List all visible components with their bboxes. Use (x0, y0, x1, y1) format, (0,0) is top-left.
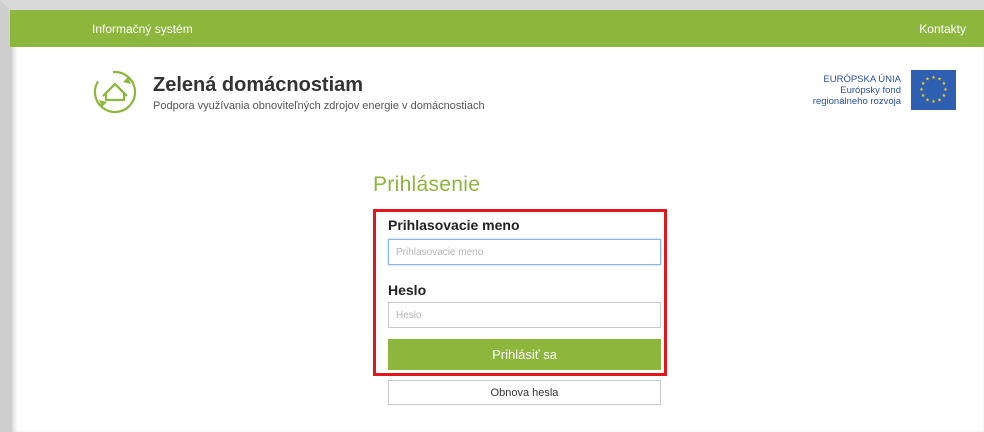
svg-text:★: ★ (931, 75, 936, 81)
eu-line-3: regionálneho rozvoja (812, 96, 901, 107)
contacts-link[interactable]: Kontakty (919, 22, 966, 36)
eu-line-2: Európsky fond (840, 85, 901, 96)
eu-text: EURÓPSKA ÚNIA Európsky fond regionálneho… (813, 74, 901, 107)
svg-text:★: ★ (919, 87, 924, 93)
brand-title: Zelená domácnostiam (153, 74, 364, 96)
svg-text:★: ★ (925, 77, 930, 83)
password-input[interactable] (388, 302, 661, 328)
svg-text:★: ★ (931, 99, 936, 105)
svg-text:★: ★ (942, 93, 947, 99)
eu-flag-icon: ★ ★ ★ ★ ★ ★ ★ ★ ★ ★ ★ ★ (911, 70, 956, 110)
brand-header[interactable]: Zelená domácnostiam Podpora využívania o… (92, 69, 612, 117)
svg-text:★: ★ (921, 93, 926, 99)
brand-subtitle: Podpora využívania obnoviteľných zdrojov… (153, 100, 485, 112)
system-link[interactable]: Informačný systém (92, 22, 193, 36)
username-label: Prihlasovacie meno (388, 217, 520, 233)
password-reset-button[interactable]: Obnova hesla (388, 380, 661, 405)
password-label: Heslo (388, 282, 427, 298)
house-recycle-icon (92, 69, 138, 115)
login-heading: Prihlásenie (373, 173, 481, 196)
top-bar: Informačný systém Kontakty (10, 10, 984, 47)
svg-text:★: ★ (925, 97, 930, 103)
login-button[interactable]: Prihlásiť sa (388, 339, 661, 370)
eu-line-1: EURÓPSKA ÚNIA (823, 74, 901, 85)
username-input[interactable] (388, 239, 661, 265)
eu-logo: EURÓPSKA ÚNIA Európsky fond regionálneho… (756, 70, 956, 112)
svg-text:★: ★ (937, 97, 942, 103)
